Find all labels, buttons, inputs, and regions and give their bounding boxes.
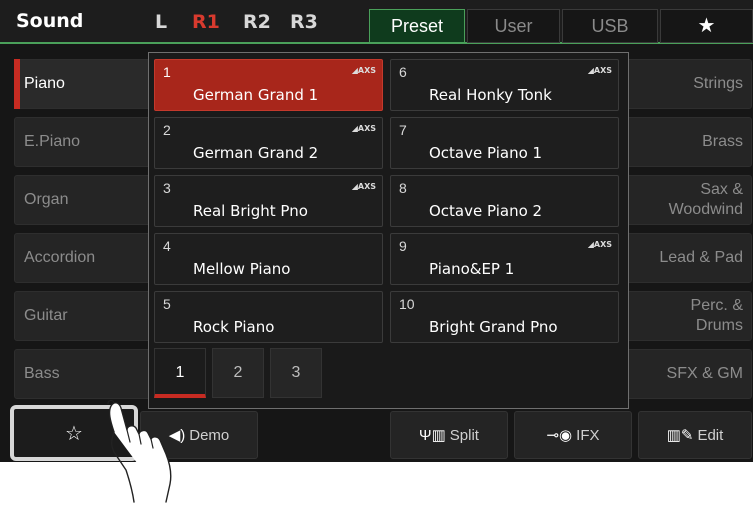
category-sax-woodwind[interactable]: Sax & Woodwind — [622, 175, 752, 225]
split-button[interactable]: Ψ▥ Split — [390, 411, 508, 459]
voice-number: 5 — [163, 296, 171, 312]
voice-number: 10 — [399, 296, 415, 312]
effect-icon: ⊸◉ — [546, 427, 573, 444]
category-sfx-gm[interactable]: SFX & GM — [622, 349, 752, 399]
voice-name: Rock Piano — [193, 318, 275, 336]
part-l[interactable]: L — [155, 11, 167, 33]
voice-item[interactable]: 1 German Grand 1 ◢AXS — [154, 59, 383, 111]
voice-number: 2 — [163, 122, 171, 138]
voice-number: 7 — [399, 122, 407, 138]
category-brass[interactable]: Brass — [622, 117, 752, 167]
keyboard-edit-icon: ▥✎ — [666, 427, 694, 444]
tab-usb[interactable]: USB — [562, 9, 658, 43]
category-label: E.Piano — [24, 133, 81, 150]
voice-number: 9 — [399, 238, 407, 254]
page-button-1[interactable]: 1 — [154, 348, 206, 398]
voice-name: Mellow Piano — [193, 260, 291, 278]
category-label: Accordion — [24, 249, 96, 266]
tapping-hand-icon — [107, 399, 172, 503]
voice-item[interactable]: 5 Rock Piano — [154, 291, 383, 343]
category-piano[interactable]: Piano — [14, 59, 152, 109]
voice-name: German Grand 2 — [193, 144, 319, 162]
top-bar: Sound L R1 R2 R3 Preset User USB ★ — [0, 0, 753, 44]
sound-screen: Sound L R1 R2 R3 Preset User USB ★ Piano… — [0, 0, 753, 462]
edit-button[interactable]: ▥✎ Edit — [638, 411, 752, 459]
category-label: Sax & Woodwind — [668, 181, 743, 218]
voice-number: 4 — [163, 238, 171, 254]
voice-name: Octave Piano 2 — [429, 202, 543, 220]
axs-badge: ◢AXS — [351, 66, 376, 75]
voice-item[interactable]: 4 Mellow Piano — [154, 233, 383, 285]
category-label: Perc. & Drums — [690, 297, 743, 334]
voice-name: Real Bright Pno — [193, 202, 308, 220]
edit-label: Edit — [697, 426, 724, 444]
category-strings[interactable]: Strings — [622, 59, 752, 109]
category-label: Lead & Pad — [659, 249, 743, 266]
voice-item[interactable]: 8 Octave Piano 2 — [390, 175, 619, 227]
voice-name: Real Honky Tonk — [429, 86, 552, 104]
category-e-piano[interactable]: E.Piano — [14, 117, 152, 167]
axs-badge: ◢AXS — [587, 240, 612, 249]
tab-preset[interactable]: Preset — [369, 9, 465, 43]
part-r1[interactable]: R1 — [192, 11, 220, 33]
category-bass[interactable]: Bass — [14, 349, 152, 399]
category-label: Strings — [693, 75, 743, 92]
category-label: Brass — [702, 133, 743, 150]
voice-item[interactable]: 10 Bright Grand Pno — [390, 291, 619, 343]
voice-name: Octave Piano 1 — [429, 144, 543, 162]
tab-favorites[interactable]: ★ — [660, 9, 753, 43]
voice-name: Piano&EP 1 — [429, 260, 515, 278]
tab-user[interactable]: User — [467, 9, 560, 43]
page-button-2[interactable]: 2 — [212, 348, 264, 398]
voice-number: 3 — [163, 180, 171, 196]
voice-item[interactable]: 2 German Grand 2 ◢AXS — [154, 117, 383, 169]
category-organ[interactable]: Organ — [14, 175, 152, 225]
ifx-button[interactable]: ⊸◉ IFX — [514, 411, 632, 459]
voice-list-panel: 1 German Grand 1 ◢AXS 2 German Grand 2 ◢… — [148, 52, 629, 409]
category-label: Bass — [24, 365, 60, 382]
category-accordion[interactable]: Accordion — [14, 233, 152, 283]
voice-item[interactable]: 9 Piano&EP 1 ◢AXS — [390, 233, 619, 285]
voice-item[interactable]: 6 Real Honky Tonk ◢AXS — [390, 59, 619, 111]
star-icon: ★ — [697, 15, 716, 37]
category-label: Organ — [24, 191, 69, 208]
voice-name: Bright Grand Pno — [429, 318, 558, 336]
split-label: Split — [449, 426, 479, 444]
axs-badge: ◢AXS — [587, 66, 612, 75]
category-perc-drums[interactable]: Perc. & Drums — [622, 291, 752, 341]
star-outline-icon: ☆ — [65, 421, 83, 445]
voice-number: 6 — [399, 64, 407, 80]
voice-item[interactable]: 3 Real Bright Pno ◢AXS — [154, 175, 383, 227]
voice-number: 1 — [163, 64, 171, 80]
ifx-label: IFX — [576, 426, 600, 444]
selection-indicator — [14, 59, 20, 109]
axs-badge: ◢AXS — [351, 124, 376, 133]
part-r3[interactable]: R3 — [290, 11, 318, 33]
keyboard-split-icon: Ψ▥ — [419, 427, 446, 444]
axs-badge: ◢AXS — [351, 182, 376, 191]
voice-name: German Grand 1 — [193, 86, 319, 104]
voice-item[interactable]: 7 Octave Piano 1 — [390, 117, 619, 169]
page-button-3[interactable]: 3 — [270, 348, 322, 398]
part-r2[interactable]: R2 — [243, 11, 271, 33]
category-guitar[interactable]: Guitar — [14, 291, 152, 341]
demo-label: Demo — [189, 426, 230, 444]
voice-number: 8 — [399, 180, 407, 196]
category-label: SFX & GM — [666, 365, 743, 382]
category-lead-pad[interactable]: Lead & Pad — [622, 233, 752, 283]
page-title: Sound — [16, 10, 84, 32]
category-label: Piano — [24, 75, 65, 92]
category-label: Guitar — [24, 307, 68, 324]
